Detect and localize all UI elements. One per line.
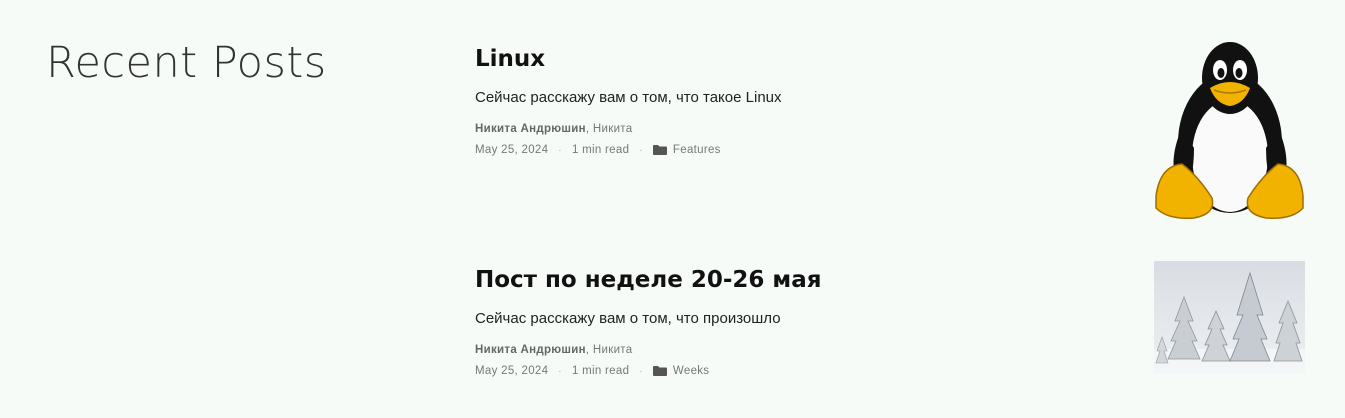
author-link[interactable]: Никита <box>593 344 633 356</box>
author-link[interactable]: Никита Андрюшин <box>475 123 586 135</box>
meta-separator: · <box>558 365 562 377</box>
post-authors: Никита Андрюшин, Никита <box>475 123 1115 135</box>
read-time: 1 min read <box>571 365 630 378</box>
meta-separator: · <box>639 144 643 156</box>
meta-separator: · <box>558 144 562 156</box>
post-date: May 25, 2024 <box>475 144 549 157</box>
post-thumbnail[interactable] <box>1154 38 1305 220</box>
post-item: Linux Сейчас расскажу вам о том, что так… <box>475 46 1115 156</box>
post-item: Пост по неделе 20-26 мая Сейчас расскажу… <box>475 267 1115 377</box>
folder-icon <box>652 145 667 156</box>
category-link[interactable]: Weeks <box>673 365 709 377</box>
post-excerpt: Сейчас расскажу вам о том, что такое Lin… <box>475 88 782 106</box>
post-meta: May 25, 2024 · 1 min read · Weeks <box>475 365 1115 377</box>
meta-separator: · <box>639 365 643 377</box>
author-link[interactable]: Никита Андрюшин <box>475 344 586 356</box>
post-date: May 25, 2024 <box>475 365 549 378</box>
author-link[interactable]: Никита <box>593 123 633 135</box>
post-meta: May 25, 2024 · 1 min read · Features <box>475 144 1115 156</box>
author-separator: , <box>585 123 593 136</box>
post-thumbnail[interactable] <box>1154 261 1305 373</box>
read-time: 1 min read <box>571 144 630 157</box>
section-title: Recent Posts <box>46 38 327 88</box>
author-separator: , <box>585 344 593 357</box>
snowy-forest-image <box>1154 261 1305 373</box>
post-authors: Никита Андрюшин, Никита <box>475 344 1115 356</box>
category-link[interactable]: Features <box>673 144 721 156</box>
post-title-link[interactable]: Пост по неделе 20-26 мая <box>475 267 1115 295</box>
tux-penguin-image <box>1155 42 1304 220</box>
folder-icon <box>652 366 667 377</box>
post-excerpt: Сейчас расскажу вам о том, что произошло <box>475 309 781 327</box>
post-title-link[interactable]: Linux <box>475 46 1115 74</box>
